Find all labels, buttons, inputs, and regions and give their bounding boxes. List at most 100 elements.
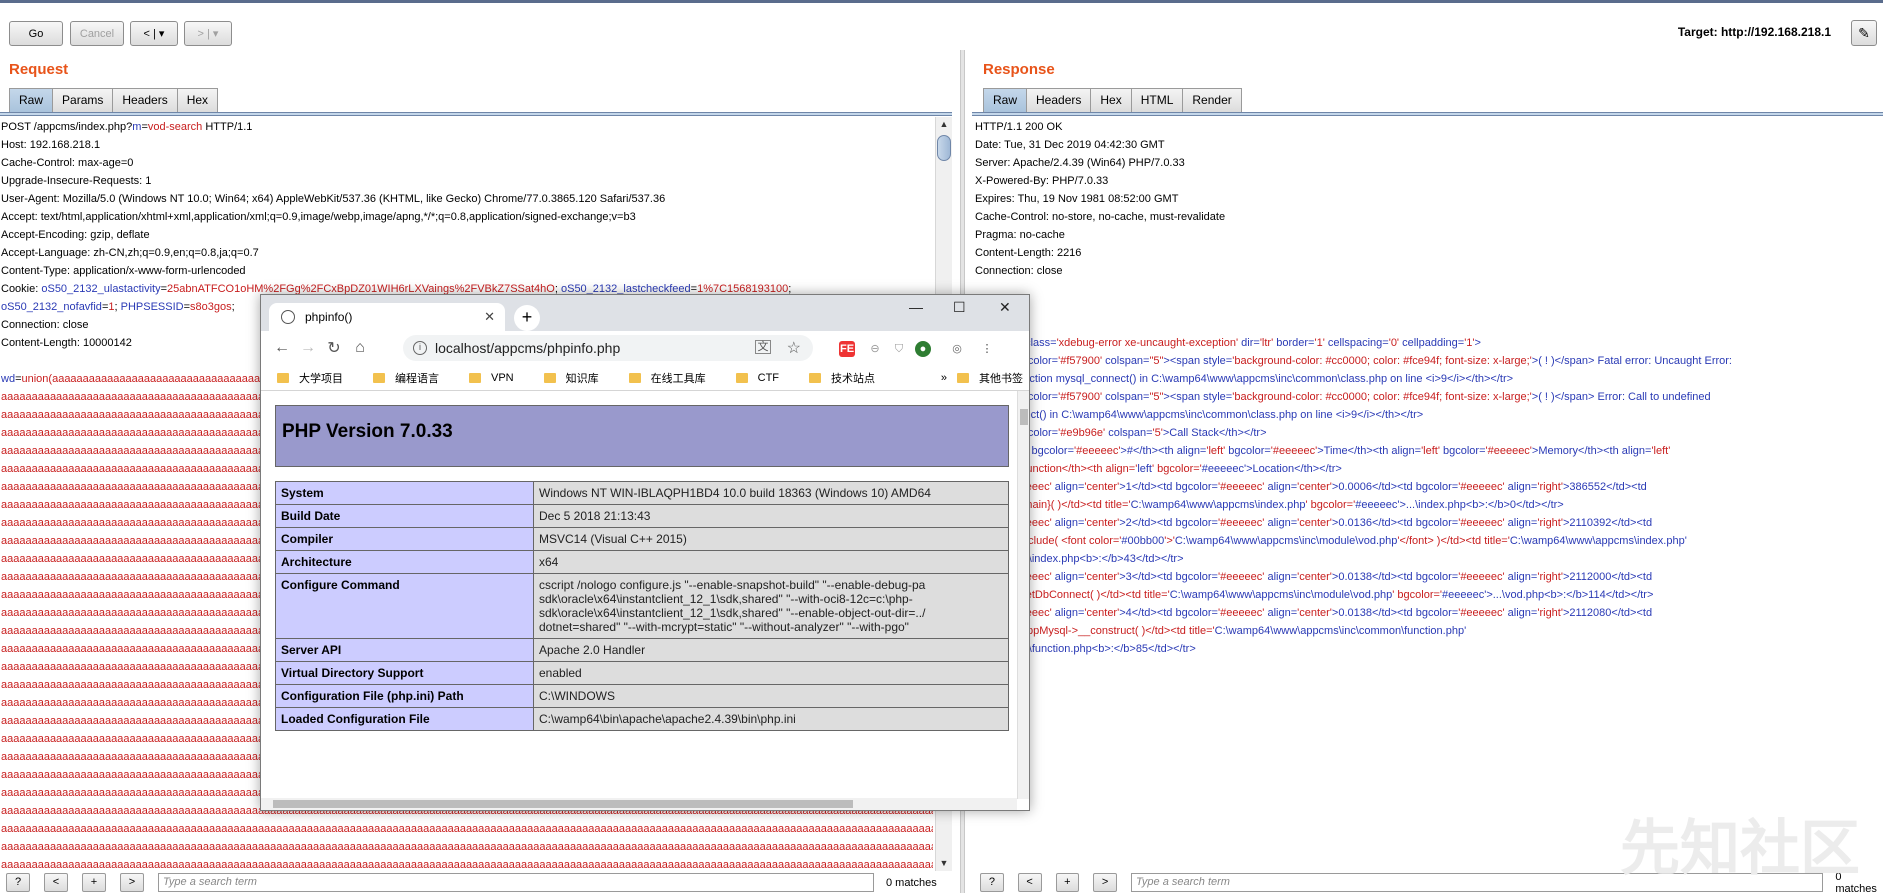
folder-icon	[957, 372, 969, 383]
home-icon[interactable]: ⌂	[347, 339, 373, 357]
response-body-line: color='#eeeeec' align='center'>4</td><td…	[975, 607, 1653, 619]
close-window-icon[interactable]: ✕	[999, 299, 1011, 316]
response-title: Response	[983, 61, 1055, 78]
response-tab-html[interactable]: HTML	[1130, 88, 1184, 112]
response-header-line: X-Powered-By: PHP/7.0.33	[975, 175, 1109, 187]
browser-window: phpinfo() ✕ + — ☐ ✕ ← → ↻ ⌂ i localhost/…	[260, 294, 1030, 811]
phpinfo-row: Build Date Dec 5 2018 21:13:43	[275, 504, 1009, 528]
response-tab-raw[interactable]: Raw	[983, 88, 1028, 112]
response-body-line: eeeeec'>include( <font color='#00bb00'>'…	[975, 535, 1687, 547]
bookmark-item[interactable]: CTF	[735, 371, 780, 384]
response-body-line: ysql_connect() in C:\wamp64\www\appcms\i…	[975, 409, 1424, 421]
response-header-line: Pragma: no-cache	[975, 229, 1065, 241]
response-body-line: gn='left' bgcolor='#f57900' colspan="5">…	[975, 355, 1732, 367]
body-fill-line: aaaaaaaaaaaaaaaaaaaaaaaaaaaaaaaaaaaaaaaa…	[1, 841, 933, 853]
response-tab-headers[interactable]: Headers	[1026, 88, 1092, 112]
request-header-line: Content-Type: application/x-www-form-url…	[1, 265, 246, 277]
translate-icon[interactable]: 文	[755, 340, 771, 354]
scroll-thumb[interactable]	[937, 135, 951, 161]
forward-arrow-icon[interactable]: →	[295, 339, 321, 357]
maximize-icon[interactable]: ☐	[953, 299, 966, 316]
next-match-button[interactable]: >	[120, 873, 144, 892]
bookmark-item[interactable]: 在线工具库	[628, 370, 706, 386]
target-label: Target: http://192.168.218.1	[1677, 25, 1831, 39]
browser-tab[interactable]: phpinfo() ✕	[269, 303, 505, 331]
folder-icon	[628, 372, 641, 383]
response-tab-hex[interactable]: Hex	[1090, 88, 1132, 112]
info-icon[interactable]: i	[413, 341, 427, 355]
minimize-icon[interactable]: —	[909, 299, 923, 315]
browser-vertical-scrollbar[interactable]	[1017, 391, 1029, 799]
prev-match-button[interactable]: <	[1017, 873, 1042, 892]
new-tab-icon[interactable]: +	[514, 305, 540, 331]
bookmark-item[interactable]: VPN	[469, 372, 514, 384]
forward-button[interactable]: > | ▾	[184, 21, 232, 46]
phpinfo-value: C:\WINDOWS	[533, 684, 1009, 708]
phpinfo-row: System Windows NT WIN-IBLAQPH1BD4 10.0 bu…	[275, 481, 1009, 505]
response-header-line: Server: Apache/2.4.39 (Win64) PHP/7.0.33	[975, 157, 1185, 169]
cancel-button[interactable]: Cancel	[70, 21, 124, 46]
menu-kebab-icon[interactable]: ⋮	[979, 341, 995, 357]
help-button[interactable]: ?	[980, 873, 1004, 892]
phpinfo-row: Virtual Directory Support enabled	[275, 661, 1009, 685]
reload-icon[interactable]: ↻	[321, 338, 347, 358]
response-body[interactable]: '1'><table class='xdebug-error xe-uncaug…	[975, 334, 1880, 676]
back-button[interactable]: < | ▾	[130, 21, 178, 46]
page-content: PHP Version 7.0.33 System Windows NT WIN-…	[267, 395, 1017, 795]
back-arrow-icon[interactable]: ←	[269, 339, 295, 357]
phpinfo-row: Architecture x64	[275, 550, 1009, 574]
close-tab-icon[interactable]: ✕	[484, 309, 495, 325]
add-button[interactable]: +	[1055, 873, 1080, 892]
bookmark-label: CTF	[757, 371, 780, 384]
other-bookmarks[interactable]: 其他书签	[957, 370, 1023, 386]
request-tab-headers[interactable]: Headers	[112, 88, 178, 112]
next-match-button[interactable]: >	[1093, 873, 1117, 892]
phpinfo-value: Dec 5 2018 21:13:43	[533, 504, 1009, 528]
address-bar[interactable]: i localhost/appcms/phpinfo.php 文 ☆	[403, 335, 813, 361]
prev-match-button[interactable]: <	[44, 873, 68, 892]
phpinfo-key: System	[275, 481, 534, 505]
response-body-line: gn='left' bgcolor='#f57900' colspan="5">…	[975, 391, 1711, 403]
browser-horizontal-scrollbar[interactable]	[261, 798, 1017, 810]
bookmark-item[interactable]: 编程语言	[373, 370, 439, 386]
request-line: POST /appcms/index.php?m=vod-search HTTP…	[1, 121, 253, 133]
php-version-heading: PHP Version 7.0.33	[275, 405, 1009, 467]
fe-extension-icon[interactable]: FE	[839, 341, 855, 357]
response-headers[interactable]: HTTP/1.1 200 OK Date: Tue, 31 Dec 2019 04…	[975, 118, 1875, 278]
go-button[interactable]: Go	[9, 21, 63, 46]
cookie-name: oS50_2132_nofavfid	[1, 301, 102, 313]
shield-extension-icon[interactable]: ⛉	[891, 341, 907, 357]
phpinfo-row: Loaded Configuration File C:\wamp64\bin\a…	[275, 707, 1009, 731]
scroll-down-icon[interactable]: ▼	[936, 856, 952, 871]
response-body-line: color='#eeeeec' align='center'>2</td><td…	[975, 517, 1653, 529]
response-body-line: color='#eeeeec' align='center'>1</td><td…	[975, 481, 1647, 493]
request-tab-raw[interactable]: Raw	[9, 88, 54, 112]
phpinfo-key: Server API	[275, 638, 534, 662]
bookmark-item[interactable]: 技术站点	[809, 370, 875, 386]
phpinfo-table: System Windows NT WIN-IBLAQPH1BD4 10.0 bu…	[275, 481, 1009, 731]
response-header-line: Date: Tue, 31 Dec 2019 04:42:30 GMT	[975, 139, 1165, 151]
help-button[interactable]: ?	[6, 873, 30, 892]
pencil-icon[interactable]: ✎	[1851, 20, 1877, 46]
response-tab-render[interactable]: Render	[1182, 88, 1242, 112]
phpinfo-key: Virtual Directory Support	[275, 661, 534, 685]
request-tab-hex[interactable]: Hex	[176, 88, 219, 112]
folder-icon	[373, 372, 385, 383]
bookmark-label: 其他书签	[979, 372, 1023, 385]
phpinfo-row: Configure Command cscript /nologo configu…	[275, 573, 1009, 639]
bookmarks-more-icon[interactable]: »	[941, 372, 947, 384]
profile-icon[interactable]: ◎	[949, 341, 965, 357]
bookmark-item[interactable]: 知识库	[543, 370, 599, 386]
block-extension-icon[interactable]: ⊖	[867, 341, 883, 357]
bookmark-item[interactable]: 大学项目	[277, 370, 343, 386]
request-title: Request	[9, 61, 69, 78]
star-icon[interactable]: ☆	[787, 338, 801, 358]
add-button[interactable]: +	[82, 873, 106, 892]
request-search-input[interactable]: Type a search term	[158, 873, 874, 892]
request-tab-params[interactable]: Params	[52, 88, 114, 112]
phpinfo-key: Configuration File (php.ini) Path	[275, 684, 534, 708]
request-header-line: Accept-Encoding: gzip, deflate	[1, 229, 150, 241]
green-extension-icon[interactable]: ●	[915, 341, 931, 357]
scroll-up-icon[interactable]: ▲	[936, 117, 952, 132]
globe-icon	[281, 310, 295, 324]
